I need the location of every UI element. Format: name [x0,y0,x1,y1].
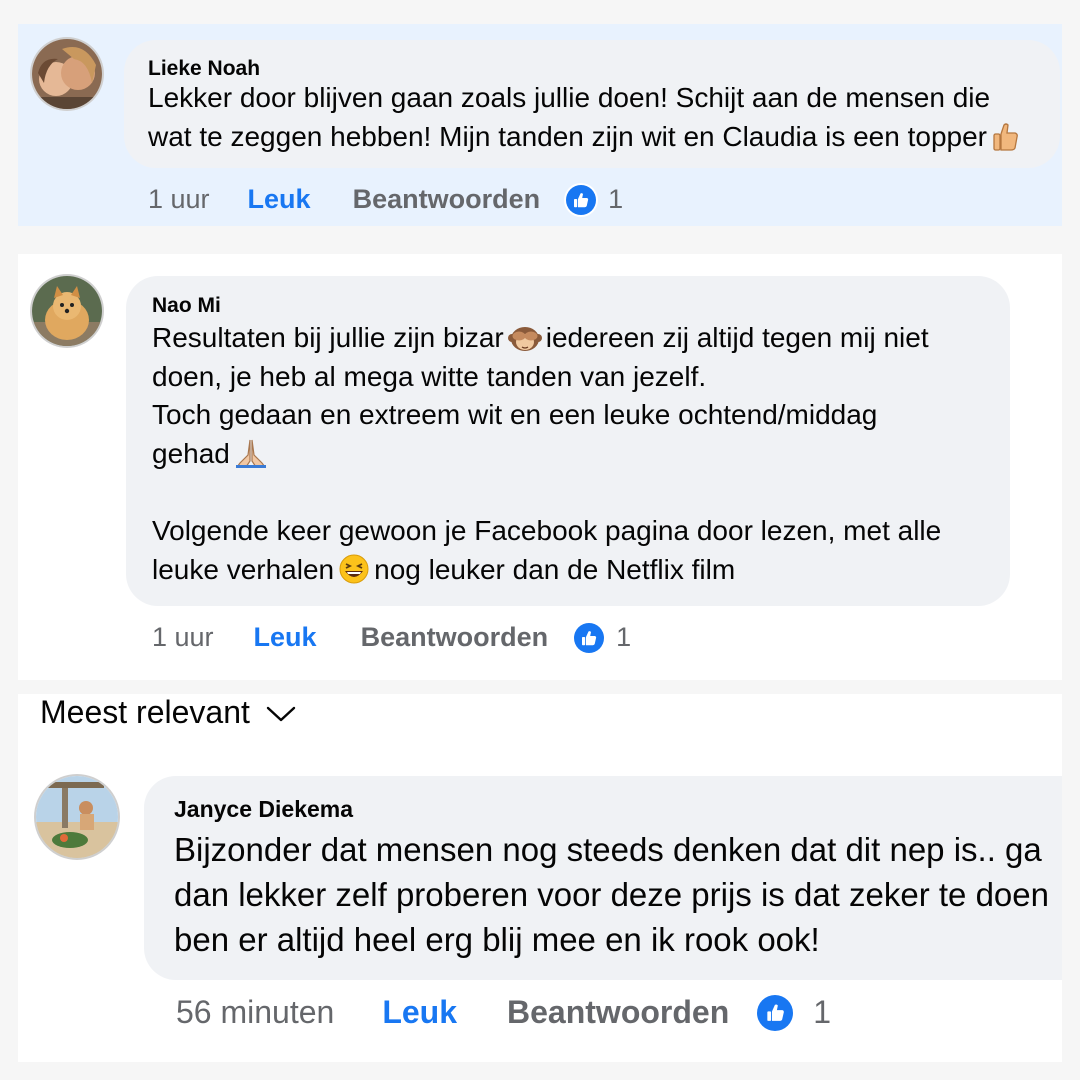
comment-line-wrap: wat te zeggen hebben! Mijn tanden zijn w… [148,118,1023,157]
comment-line: dan lekker zelf proberen voor deze prijs… [174,876,1049,913]
comment-bubble: Nao Mi Resultaten bij jullie zijn bizar i… [126,276,1010,606]
sort-dropdown[interactable]: Meest relevant [40,694,296,731]
like-button[interactable]: Leuk [254,622,317,653]
comment-time[interactable]: 1 uur [148,184,210,215]
comment-time[interactable]: 1 uur [152,622,214,653]
comment-line: nog leuker dan de Netflix film [374,553,736,585]
comment-lieke-noah: Lieke Noah Lekker door blijven gaan zoal… [18,24,1062,226]
comment-line: Toch gedaan en extreem wit en een leuke … [152,399,878,431]
like-thumb-icon[interactable] [574,622,605,653]
see-no-evil-monkey-emoji [507,321,542,353]
like-thumb-icon[interactable] [566,184,597,215]
grinning-squinting-face-emoji [338,553,370,585]
comment-bubble: Lieke Noah Lekker door blijven gaan zoal… [124,40,1060,168]
reaction-count[interactable]: 1 [813,994,831,1031]
sort-label: Meest relevant [40,694,250,730]
comment-text: Resultaten bij jullie zijn bizar iedereen… [152,319,941,589]
comment-line: leuke verhalen [152,553,335,585]
comment-line: ben er altijd heel erg blij mee en ik ro… [174,921,820,958]
comment-author[interactable]: Lieke Noah [148,57,260,81]
comment-actions: 56 minuten Leuk Beantwoorden 1 [176,994,831,1031]
folded-hands-emoji [234,437,268,469]
comment-time[interactable]: 56 minuten [176,994,334,1031]
comment-line-wrap: gehad [152,435,941,474]
comment-bubble: Janyce Diekema Bijzonder dat mensen nog … [144,776,1062,980]
comment-line: Resultaten bij jullie zijn bizar [152,322,504,353]
comment-nao-mi: Nao Mi Resultaten bij jullie zijn bizar i… [18,254,1062,680]
comment-line: wat te zeggen hebben! Mijn tanden zijn w… [148,120,987,152]
comment-section: Meest relevant Janyce Diekema Bijzonder … [18,694,1062,1062]
comment-actions: 1 uur Leuk Beantwoorden 1 [148,184,623,215]
avatar[interactable] [32,39,102,109]
comment-line: doen, je heb al mega witte tanden van je… [152,360,707,392]
comment-author[interactable]: Nao Mi [152,294,221,318]
comment-line: Lekker door blijven gaan zoals jullie do… [148,82,991,113]
reply-button[interactable]: Beantwoorden [507,994,729,1031]
comment-line-wrap: leuke verhalen nog leuker dan de Netflix … [152,551,941,590]
like-thumb-icon[interactable] [757,994,794,1031]
avatar[interactable] [32,276,102,346]
comment-text: Bijzonder dat mensen nog steeds denken d… [174,827,1049,962]
comment-actions: 1 uur Leuk Beantwoorden 1 [152,622,631,653]
comment-line [152,473,941,512]
reply-button[interactable]: Beantwoorden [353,184,541,215]
reaction-count[interactable]: 1 [608,184,623,215]
comment-line-wrap: Resultaten bij jullie zijn bizar iedereen… [152,319,941,358]
comment-line: iedereen zij altijd tegen mij niet [545,322,929,353]
comment-author[interactable]: Janyce Diekema [174,796,353,823]
comment-line: gehad [152,437,230,469]
like-button[interactable]: Leuk [382,994,457,1031]
reaction-count[interactable]: 1 [616,622,631,653]
reply-button[interactable]: Beantwoorden [361,622,549,653]
comment-line: Volgende keer gewoon je Facebook pagina … [152,514,942,546]
comment-text: Lekker door blijven gaan zoals jullie do… [148,79,1023,156]
chevron-down-icon [266,694,296,731]
comment-line: Bijzonder dat mensen nog steeds denken d… [174,831,1042,868]
like-button[interactable]: Leuk [248,184,311,215]
thumbs-up-emoji [991,122,1019,152]
avatar[interactable] [36,776,118,858]
